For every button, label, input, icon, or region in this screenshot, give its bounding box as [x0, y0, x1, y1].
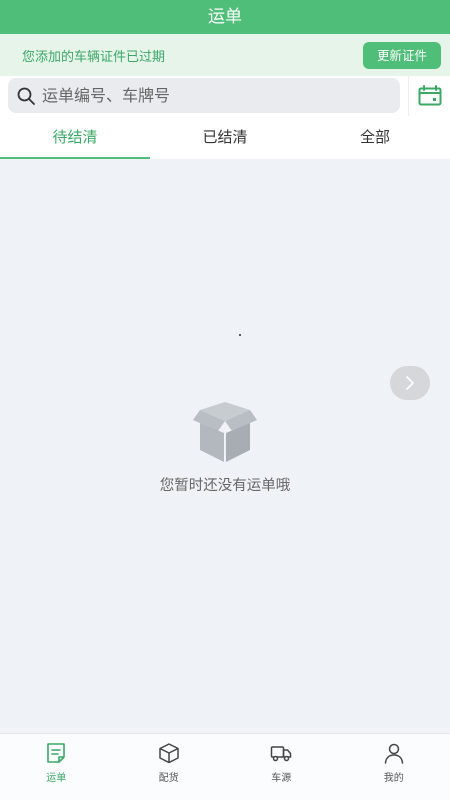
bottom-nav: 运单 配货 车源 我的: [0, 733, 450, 800]
search-box[interactable]: [8, 78, 400, 113]
nav-label-waybill: 运单: [46, 773, 67, 784]
box-icon: [159, 743, 179, 764]
empty-state-text: 您暂时还没有运单哦: [159, 478, 291, 494]
nav-label-mine: 我的: [383, 773, 404, 784]
tab-settled[interactable]: 已结清: [150, 116, 300, 159]
nav-item-distribution[interactable]: 配货: [113, 734, 226, 800]
nav-item-vehicle-source[interactable]: 车源: [225, 734, 338, 800]
nav-label-vehicle-source: 车源: [271, 773, 292, 784]
nav-item-mine[interactable]: 我的: [338, 734, 450, 800]
calendar-button[interactable]: [408, 76, 450, 116]
page-title: 运单: [0, 0, 450, 34]
expired-notice-bar: 您添加的车辆证件已过期 更新证件: [0, 34, 450, 76]
search-icon: [17, 87, 35, 105]
search-input[interactable]: [42, 86, 382, 105]
tab-all[interactable]: 全部: [300, 116, 450, 159]
search-row: [0, 76, 450, 116]
waybill-icon: [47, 743, 66, 763]
expired-notice-text: 您添加的车辆证件已过期: [22, 49, 166, 65]
user-icon: [384, 743, 403, 764]
loading-dot: [239, 334, 241, 336]
empty-box-icon: [193, 402, 257, 462]
truck-icon: [271, 746, 292, 762]
update-certificate-button[interactable]: 更新证件: [363, 41, 441, 69]
tab-bar: 待结清 已结清 全部: [0, 116, 450, 159]
calendar-icon: [418, 85, 441, 106]
chevron-right-icon: [406, 376, 414, 390]
tab-unsettled[interactable]: 待结清: [0, 116, 150, 159]
nav-label-distribution: 配货: [158, 773, 179, 784]
nav-item-waybill[interactable]: 运单: [0, 734, 113, 800]
floating-expand-button[interactable]: [390, 366, 430, 400]
